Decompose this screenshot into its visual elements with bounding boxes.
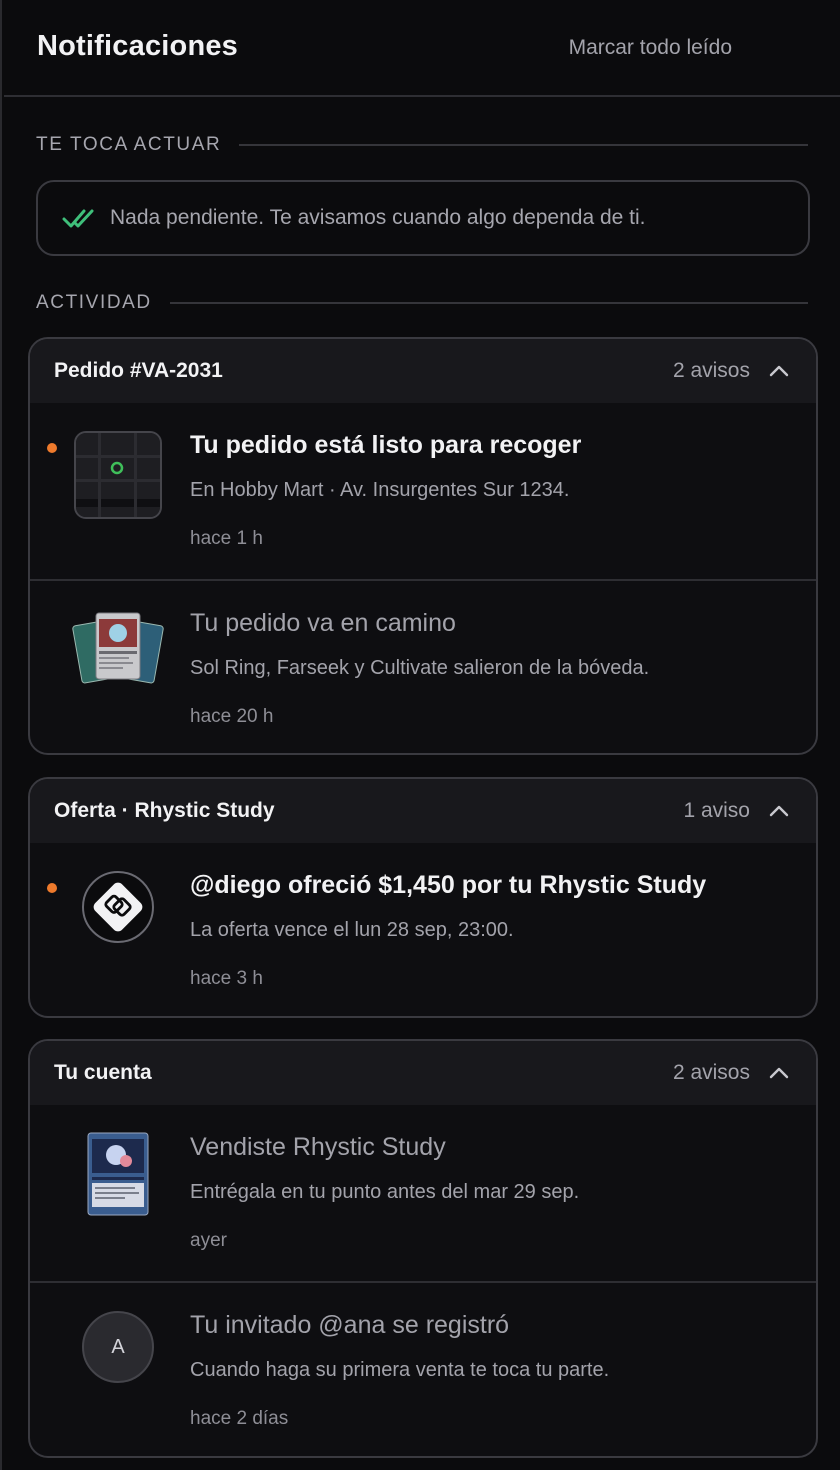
group-count: 2 avisos — [672, 359, 750, 382]
notification-group: Pedido #VA-2031 2 avisos Tu pedido está — [28, 337, 818, 755]
mark-all-read-button[interactable]: Marcar todo leído — [569, 36, 732, 60]
card-stack-icon — [70, 607, 166, 708]
map-icon — [74, 431, 162, 519]
item-title: Vendiste Rhystic Study — [190, 1133, 446, 1161]
notification-item[interactable]: Tu pedido va en camino Sol Ring, Farseek… — [30, 579, 816, 753]
notification-group: Tu cuenta 2 avisos Vendiste Rhystic Stud… — [28, 1039, 818, 1458]
item-time: hace 3 h — [190, 968, 263, 989]
notification-item[interactable]: Vendiste Rhystic Study Entrégala en tu p… — [30, 1105, 816, 1281]
empty-state-text: Nada pendiente. Te avisamos cuando algo … — [110, 206, 646, 229]
notification-group: Oferta · Rhystic Study 1 aviso @diego of… — [28, 777, 818, 1018]
item-title: @diego ofreció $1,450 por tu Rhystic Stu… — [190, 871, 707, 899]
unread-dot — [47, 443, 57, 453]
group-count: 2 avisos — [672, 1061, 750, 1084]
group-title: Pedido #VA-2031 — [54, 359, 223, 382]
item-description: En Hobby Mart · Av. Insurgentes Sur 1234… — [190, 479, 570, 501]
item-description: Cuando haga su primera venta te toca tu … — [190, 1359, 610, 1381]
item-description: La oferta vence el lun 28 sep, 23:00. — [190, 919, 514, 941]
chevron-up-icon[interactable] — [768, 364, 790, 378]
header: Notificaciones Marcar todo leído — [4, 0, 840, 97]
chevron-up-icon[interactable] — [768, 804, 790, 818]
section-label: TE TOCA ACTUAR — [36, 134, 222, 155]
item-title: Tu pedido está listo para recoger — [190, 431, 582, 459]
group-header[interactable]: Tu cuenta 2 avisos — [30, 1041, 816, 1105]
notification-item[interactable]: A Tu invitado @ana se registró Cuando ha… — [30, 1281, 816, 1456]
group-title: Tu cuenta — [54, 1061, 152, 1084]
group-count: 1 aviso — [683, 799, 750, 822]
section-label: ACTIVIDAD — [36, 292, 152, 313]
item-time: hace 1 h — [190, 528, 263, 549]
offer-logo-icon — [82, 871, 154, 943]
group-title: Oferta · Rhystic Study — [54, 799, 275, 822]
section-header-activity: ACTIVIDAD — [36, 292, 808, 314]
notifications-panel: Notificaciones Marcar todo leído TE TOCA… — [0, 0, 840, 1470]
notification-item[interactable]: @diego ofreció $1,450 por tu Rhystic Stu… — [30, 843, 816, 1016]
notification-item[interactable]: Tu pedido está listo para recoger En Hob… — [30, 403, 816, 579]
group-header[interactable]: Oferta · Rhystic Study 1 aviso — [30, 779, 816, 843]
divider — [169, 302, 808, 304]
group-header[interactable]: Pedido #VA-2031 2 avisos — [30, 339, 816, 403]
item-time: hace 20 h — [190, 706, 274, 727]
item-description: Entrégala en tu punto antes del mar 29 s… — [190, 1181, 580, 1203]
item-time: ayer — [190, 1230, 227, 1251]
double-check-icon — [62, 209, 94, 228]
item-title: Tu invitado @ana se registró — [190, 1311, 510, 1339]
divider — [239, 144, 808, 146]
item-description: Sol Ring, Farseek y Cultivate salieron d… — [190, 657, 650, 679]
card-icon — [86, 1131, 150, 1222]
item-title: Tu pedido va en camino — [190, 609, 456, 637]
page-title: Notificaciones — [37, 30, 239, 62]
section-header-action: TE TOCA ACTUAR — [36, 134, 808, 156]
unread-dot — [47, 883, 57, 893]
empty-state: Nada pendiente. Te avisamos cuando algo … — [36, 180, 810, 256]
item-time: hace 2 días — [190, 1408, 289, 1429]
avatar: A — [82, 1311, 154, 1383]
chevron-up-icon[interactable] — [768, 1066, 790, 1080]
